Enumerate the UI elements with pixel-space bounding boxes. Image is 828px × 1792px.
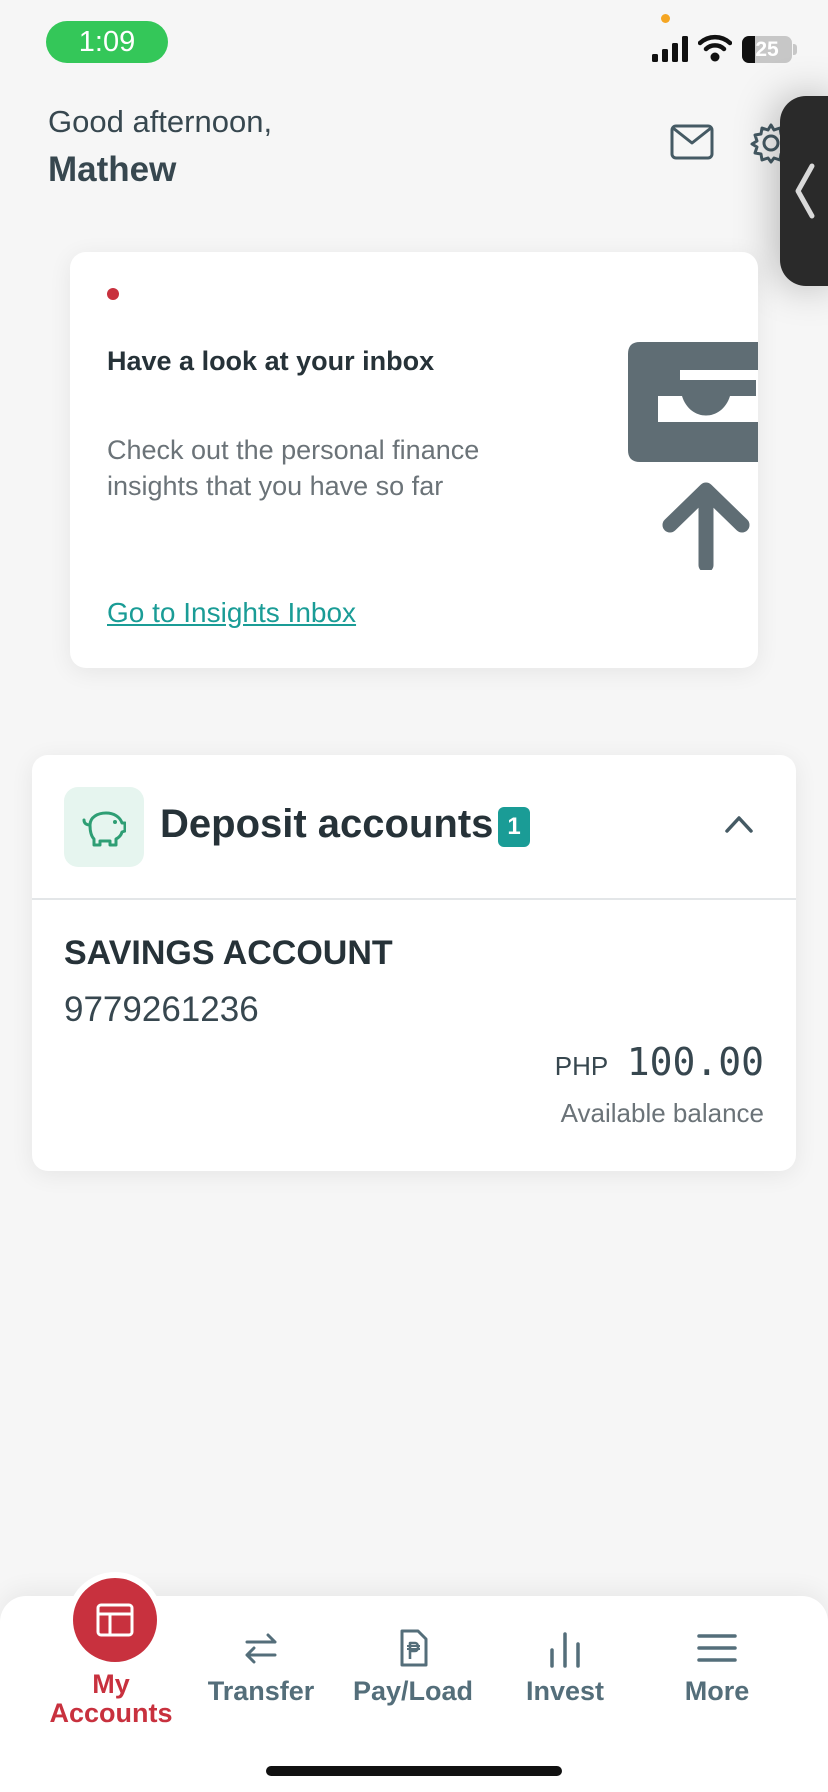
inbox-upload-icon <box>628 342 758 570</box>
user-name: Mathew <box>48 150 177 189</box>
account-number: 9779261236 <box>64 990 259 1029</box>
nav-item-more[interactable]: More <box>642 1596 792 1746</box>
nav-item-invest[interactable]: Invest <box>490 1596 640 1746</box>
nav-label-transfer: Transfer <box>207 1676 315 1706</box>
chevron-up-icon[interactable] <box>724 813 754 835</box>
battery-level: 25 <box>755 38 779 61</box>
piggy-bank-icon-box <box>64 787 144 867</box>
insights-description: Check out the personal finance insights … <box>107 435 480 501</box>
privacy-indicator-dot <box>661 14 670 23</box>
available-balance-label: Available balance <box>560 1098 764 1128</box>
deposit-accounts-header[interactable]: Deposit accounts 1 <box>32 755 796 899</box>
unread-indicator-dot <box>107 288 119 300</box>
menu-icon <box>697 1634 737 1662</box>
deposit-accounts-title: Deposit accounts <box>160 802 494 846</box>
balance-amount: 100.00 <box>626 1040 764 1084</box>
invest-icon <box>550 1632 580 1668</box>
cellular-signal-icon <box>652 36 688 62</box>
mail-icon[interactable] <box>670 124 714 160</box>
side-drawer-handle[interactable] <box>780 96 828 286</box>
account-name: SAVINGS ACCOUNT <box>64 934 393 972</box>
status-time: 1:09 <box>46 21 168 63</box>
greeting-text: Good afternoon, <box>48 104 273 139</box>
account-item-savings[interactable]: SAVINGS ACCOUNT 9779261236 PHP 100.00 Av… <box>32 900 796 1170</box>
account-count-badge: 1 <box>498 807 530 847</box>
home-indicator[interactable] <box>266 1766 562 1776</box>
nav-item-transfer[interactable]: Transfer <box>186 1596 336 1746</box>
nav-item-pay-load[interactable]: Pay/Load <box>338 1596 488 1746</box>
transfer-icon <box>245 1633 277 1664</box>
pay-load-icon <box>400 1629 428 1667</box>
status-bar: 1:09 25 <box>0 0 828 90</box>
nav-label-my-accounts[interactable]: My Accounts <box>36 1670 186 1728</box>
nav-label-pay-load: Pay/Load <box>352 1676 474 1706</box>
accounts-icon <box>96 1603 134 1637</box>
deposit-accounts-card: Deposit accounts 1 SAVINGS ACCOUNT 97792… <box>32 755 796 1171</box>
balance-currency: PHP <box>554 1051 609 1081</box>
insights-inbox-link[interactable]: Go to Insights Inbox <box>107 597 356 629</box>
wifi-icon <box>698 34 732 62</box>
chevron-left-icon <box>795 163 815 219</box>
insights-card: Have a look at your inbox Check out the … <box>70 252 758 668</box>
nav-label-more: More <box>684 1676 750 1706</box>
nav-item-my-accounts[interactable] <box>73 1578 157 1662</box>
account-balance: PHP 100.00 <box>555 1040 764 1084</box>
nav-label-invest: Invest <box>525 1676 605 1706</box>
piggy-bank-icon <box>82 811 126 847</box>
battery-icon: 25 <box>742 36 792 63</box>
battery-cap <box>793 44 797 55</box>
insights-title: Have a look at your inbox <box>107 346 435 376</box>
